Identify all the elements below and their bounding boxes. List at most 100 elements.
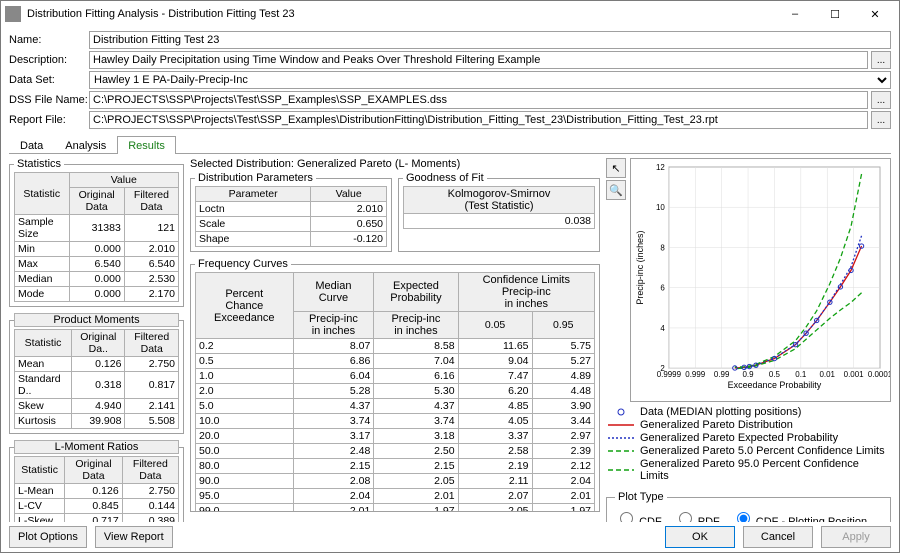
table-row: 1.06.046.167.474.89 [196, 369, 595, 384]
svg-text:6: 6 [660, 284, 665, 293]
chart-toolbar: ↖ 🔍 [606, 158, 626, 202]
statistics-column: Statistics Statistic Value Original Data… [9, 158, 184, 518]
lm-col-filt: Filtered Data [122, 457, 178, 484]
table-row: 0.28.078.5811.655.75 [196, 339, 595, 354]
statistics-table: Statistic Value Original Data Filtered D… [14, 172, 179, 302]
tab-results[interactable]: Results [117, 136, 176, 154]
table-row: Max6.5406.540 [15, 257, 179, 272]
table-row: Median0.0002.530 [15, 272, 179, 287]
table-row: L-Skew0.7170.389 [15, 514, 179, 523]
svg-text:4: 4 [660, 324, 665, 333]
col-orig: Original Data [69, 188, 124, 215]
table-row: 99.02.011.972.051.97 [196, 504, 595, 513]
description-input[interactable] [89, 51, 868, 69]
dss-ellipsis-button[interactable]: ... [871, 91, 891, 109]
dss-file-input[interactable] [89, 91, 868, 109]
product-moments-legend: Product Moments [14, 313, 179, 327]
report-ellipsis-button[interactable]: ... [871, 111, 891, 129]
name-input[interactable] [89, 31, 891, 49]
legend-exp: Generalized Pareto Expected Probability [608, 432, 889, 444]
legend-dist: Generalized Pareto Distribution [608, 419, 889, 431]
selected-distribution-label: Selected Distribution: Generalized Paret… [190, 158, 600, 170]
radio-plotting[interactable]: CDF - Plotting Position [732, 509, 867, 522]
chart-legend: Data (MEDIAN plotting positions) General… [606, 402, 891, 487]
frequency-curves-legend: Frequency Curves [195, 258, 291, 270]
table-row: L-CV0.8450.144 [15, 499, 179, 514]
cancel-button[interactable]: Cancel [743, 526, 813, 548]
svg-text:8: 8 [660, 243, 665, 252]
dp-col-param: Parameter [196, 187, 311, 202]
app-icon [5, 6, 21, 22]
svg-text:0.0001: 0.0001 [868, 370, 890, 379]
product-moments-table: Statistic Original Da.. Filtered Data Me… [14, 329, 179, 429]
apply-button[interactable]: Apply [821, 526, 891, 548]
svg-text:0.99: 0.99 [714, 370, 730, 379]
report-file-input[interactable] [89, 111, 868, 129]
pointer-tool-button[interactable]: ↖ [606, 158, 626, 178]
lm-col-stat: Statistic [15, 457, 65, 484]
radio-pdf[interactable]: PDF [674, 509, 720, 522]
svg-text:0.9999: 0.9999 [657, 370, 682, 379]
dist-params-legend: Distribution Parameters [195, 172, 316, 184]
table-row: 50.02.482.502.582.39 [196, 444, 595, 459]
dataset-select[interactable]: Hawley 1 E PA-Daily-Precip-Inc [89, 71, 891, 89]
col-filt: Filtered Data [124, 188, 178, 215]
table-row: 10.03.743.744.053.44 [196, 414, 595, 429]
dist-params-table: Parameter Value Loctn2.010Scale0.650Shap… [195, 186, 387, 247]
svg-text:Precip-inc (inches): Precip-inc (inches) [635, 230, 645, 304]
maximize-button[interactable]: ☐ [815, 1, 855, 27]
plot-type-fieldset: Plot Type CDF PDF CDF - Plotting Positio… [606, 491, 891, 522]
table-row: L-Mean0.1262.750 [15, 484, 179, 499]
app-window: Distribution Fitting Analysis - Distribu… [0, 0, 900, 553]
bottom-bar: Plot Options View Report OK Cancel Apply [1, 522, 899, 552]
form-area: Name: Description: ... Data Set: Hawley … [1, 27, 899, 133]
close-button[interactable]: ✕ [855, 1, 895, 27]
radio-cdf[interactable]: CDF [615, 509, 662, 522]
statistics-legend: Statistics [14, 158, 64, 170]
tab-bar: Data Analysis Results [9, 135, 891, 154]
legend-data: Data (MEDIAN plotting positions) [608, 406, 889, 418]
table-row: 20.03.173.183.372.97 [196, 429, 595, 444]
tab-data[interactable]: Data [9, 136, 54, 154]
gof-label1: Kolmogorov-Smirnov [448, 188, 551, 200]
mid-column: Selected Distribution: Generalized Paret… [190, 158, 600, 518]
gof-value: 0.038 [404, 214, 595, 229]
table-row: Scale0.650 [196, 217, 387, 232]
col-stat: Statistic [15, 173, 70, 215]
table-row: 80.02.152.152.192.12 [196, 459, 595, 474]
tab-analysis[interactable]: Analysis [54, 136, 117, 154]
table-row: 90.02.082.052.112.04 [196, 474, 595, 489]
table-row: Sample Size31383121 [15, 215, 179, 242]
frequency-plot: 246810120.99990.9990.990.90.50.10.010.00… [631, 159, 890, 398]
table-row: Mean0.1262.750 [15, 357, 179, 372]
description-ellipsis-button[interactable]: ... [871, 51, 891, 69]
frequency-curves-table: PercentChanceExceedance MedianCurve Expe… [195, 272, 595, 512]
minimize-button[interactable]: – [775, 1, 815, 27]
legend-c05: Generalized Pareto 5.0 Percent Confidenc… [608, 445, 889, 457]
svg-text:0.5: 0.5 [769, 370, 781, 379]
frequency-curves-fieldset: Frequency Curves PercentChanceExceedance… [190, 258, 600, 512]
zoom-tool-button[interactable]: 🔍 [606, 180, 626, 200]
results-content: Statistics Statistic Value Original Data… [1, 154, 899, 522]
dist-params-fieldset: Distribution Parameters Parameter Value … [190, 172, 392, 252]
svg-text:10: 10 [656, 203, 665, 212]
goodness-fit-table: Kolmogorov-Smirnov(Test Statistic) 0.038 [403, 186, 595, 229]
close-icon: ✕ [870, 8, 879, 21]
table-row: Shape-0.120 [196, 232, 387, 247]
goodness-fit-legend: Goodness of Fit [403, 172, 487, 184]
table-row: 0.56.867.049.045.27 [196, 354, 595, 369]
gof-label2: (Test Statistic) [464, 200, 533, 212]
chart-column: ↖ 🔍 246810120.99990.9990.990.90.50.10.01… [606, 158, 891, 518]
table-row: Mode0.0002.170 [15, 287, 179, 302]
plot-type-legend: Plot Type [615, 491, 667, 503]
plot-options-button[interactable]: Plot Options [9, 526, 87, 548]
table-row: Loctn2.010 [196, 202, 387, 217]
name-label: Name: [9, 34, 89, 46]
ok-button[interactable]: OK [665, 526, 735, 548]
description-label: Description: [9, 54, 89, 66]
view-report-button[interactable]: View Report [95, 526, 173, 548]
dss-file-label: DSS File Name: [9, 94, 89, 106]
chart-area[interactable]: 246810120.99990.9990.990.90.50.10.010.00… [630, 158, 891, 402]
title-bar: Distribution Fitting Analysis - Distribu… [1, 1, 899, 27]
table-row: Standard D..0.3180.817 [15, 372, 179, 399]
